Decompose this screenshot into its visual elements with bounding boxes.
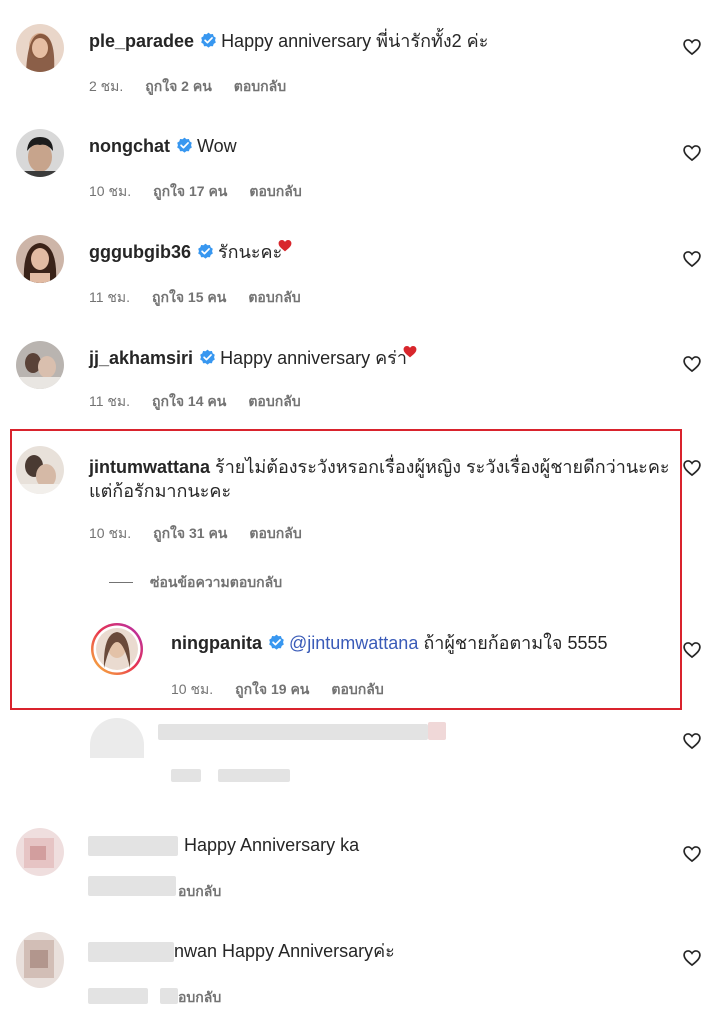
avatar-blurred xyxy=(16,828,64,876)
comment-text-fragment: nwan xyxy=(174,941,218,961)
reply-button[interactable]: ตอบกลับ xyxy=(234,78,286,94)
comment-meta: 10 ชม. ถูกใจ 19 คน ตอบกลับ xyxy=(171,680,406,698)
comment-text: Happy Anniversary ka xyxy=(184,835,360,855)
verified-badge-icon xyxy=(268,634,285,651)
red-heart-emoji-icon xyxy=(278,239,292,252)
comment-likes[interactable]: ถูกใจ 19 คน xyxy=(235,681,309,697)
heart-outline-icon[interactable] xyxy=(682,640,702,660)
reply-button[interactable]: อบกลับ xyxy=(178,988,221,1006)
blurred-text xyxy=(158,724,428,740)
comment-text-continued: แต่ก้อรักมากนะคะ xyxy=(89,481,232,501)
comment-username[interactable]: nongchat xyxy=(89,136,170,156)
blurred-text xyxy=(88,876,176,896)
avatar[interactable] xyxy=(16,129,64,177)
reply-row: ningpanita @jintumwattana ถ้าผู้ชายก้อตาม… xyxy=(0,606,711,710)
comment-username[interactable]: ningpanita xyxy=(171,633,262,653)
comment-meta: 10 ชม. ถูกใจ 31 คน ตอบกลับ xyxy=(89,524,324,542)
avatar[interactable] xyxy=(16,235,64,283)
reply-button[interactable]: ตอบกลับ xyxy=(248,393,300,409)
comment-time: 10 ชม. xyxy=(89,525,132,541)
comment-time: 2 ชม. xyxy=(89,78,124,94)
verified-badge-icon xyxy=(197,243,214,260)
comment-likes[interactable]: ถูกใจ 15 คน xyxy=(152,289,226,305)
comment-row: nwan Happy Anniversaryค่ะ อบกลับ xyxy=(0,918,711,1024)
reply-button[interactable]: ตอบกลับ xyxy=(249,525,301,541)
comment-row: nongchat Wow 10 ชม. ถูกใจ 17 คน ตอบกลับ xyxy=(0,106,711,212)
heart-outline-icon[interactable] xyxy=(682,844,702,864)
comment-meta: 10 ชม. ถูกใจ 17 คน ตอบกลับ xyxy=(89,182,324,200)
comment-text: Happy anniversary คร่า xyxy=(220,348,407,368)
comment-likes[interactable]: ถูกใจ 31 คน xyxy=(153,525,227,541)
reply-button[interactable]: อบกลับ xyxy=(178,882,221,900)
comment-meta: 2 ชม. ถูกใจ 2 คน ตอบกลับ xyxy=(89,77,308,95)
avatar[interactable] xyxy=(16,24,64,72)
heart-outline-icon[interactable] xyxy=(682,143,702,163)
reply-button[interactable]: ตอบกลับ xyxy=(249,183,301,199)
reply-button[interactable]: ตอบกลับ xyxy=(331,681,383,697)
comment-row: ple_paradee Happy anniversary พี่น่ารักทั… xyxy=(0,0,711,110)
blurred-text xyxy=(428,722,446,740)
comment-username[interactable]: jj_akhamsiri xyxy=(89,348,193,368)
blurred-reply-row xyxy=(0,712,711,812)
comment-row: gggubgib36 รักนะคะ 11 ชม. ถูกใจ 15 คน ตอบกล… xyxy=(0,212,711,318)
heart-outline-icon[interactable] xyxy=(682,948,702,968)
verified-badge-icon xyxy=(199,349,216,366)
comment-meta: 11 ชม. ถูกใจ 15 คน ตอบกลับ xyxy=(89,288,323,306)
comment-row: jintumwattana ร้ายไม่ต้องระวังหรอกเรื่อง… xyxy=(0,426,711,606)
blurred-username xyxy=(88,942,174,962)
avatar-story-ring[interactable] xyxy=(90,622,144,676)
comment-likes[interactable]: ถูกใจ 14 คน xyxy=(152,393,226,409)
verified-badge-icon xyxy=(176,137,193,154)
comment-time: 11 ชม. xyxy=(89,289,131,305)
comment-time: 11 ชม. xyxy=(89,393,131,409)
blurred-text xyxy=(218,769,290,782)
comment-row: jj_akhamsiri Happy anniversary คร่า 11 ชม… xyxy=(0,318,711,426)
comment-text: Wow xyxy=(197,136,237,156)
avatar[interactable] xyxy=(16,446,64,494)
heart-outline-icon[interactable] xyxy=(682,458,702,478)
comment-likes[interactable]: ถูกใจ 2 คน xyxy=(145,78,212,94)
blurred-text xyxy=(160,988,178,1004)
comment-text: Happy anniversary พี่น่ารักทั้ง2 ค่ะ xyxy=(221,31,489,51)
heart-outline-icon[interactable] xyxy=(682,354,702,374)
heart-outline-icon[interactable] xyxy=(682,731,702,751)
red-heart-emoji-icon xyxy=(403,345,417,358)
comment-username[interactable]: ple_paradee xyxy=(89,31,194,51)
avatar[interactable] xyxy=(16,341,64,389)
blurred-username xyxy=(88,836,178,856)
blurred-text xyxy=(88,988,148,1004)
comment-meta: 11 ชม. ถูกใจ 14 คน ตอบกลับ xyxy=(89,392,323,410)
blurred-text xyxy=(171,769,201,782)
comment-likes[interactable]: ถูกใจ 17 คน xyxy=(153,183,227,199)
hide-replies-button[interactable]: ซ่อนข้อความตอบกลับ xyxy=(150,573,282,591)
avatar-blurred xyxy=(90,718,144,758)
reply-button[interactable]: ตอบกลับ xyxy=(248,289,300,305)
comment-username[interactable]: gggubgib36 xyxy=(89,242,191,262)
comment-time: 10 ชม. xyxy=(89,183,132,199)
mention-link[interactable]: @jintumwattana xyxy=(289,633,418,653)
heart-outline-icon[interactable] xyxy=(682,37,702,57)
comment-time: 10 ชม. xyxy=(171,681,214,697)
comment-username[interactable]: jintumwattana xyxy=(89,457,210,477)
heart-outline-icon[interactable] xyxy=(682,249,702,269)
verified-badge-icon xyxy=(200,32,217,49)
comment-text: ร้ายไม่ต้องระวังหรอกเรื่องผู้หญิง ระวังเ… xyxy=(215,457,670,477)
comment-text: Happy Anniversaryค่ะ xyxy=(217,941,395,961)
hide-replies-line xyxy=(109,582,133,583)
comment-text: รักนะคะ xyxy=(218,242,283,262)
comment-text: ถ้าผู้ชายก้อตามใจ 5555 xyxy=(418,633,608,653)
comment-row: Happy Anniversary ka อบกลับ xyxy=(0,812,711,918)
avatar-blurred xyxy=(16,932,64,988)
